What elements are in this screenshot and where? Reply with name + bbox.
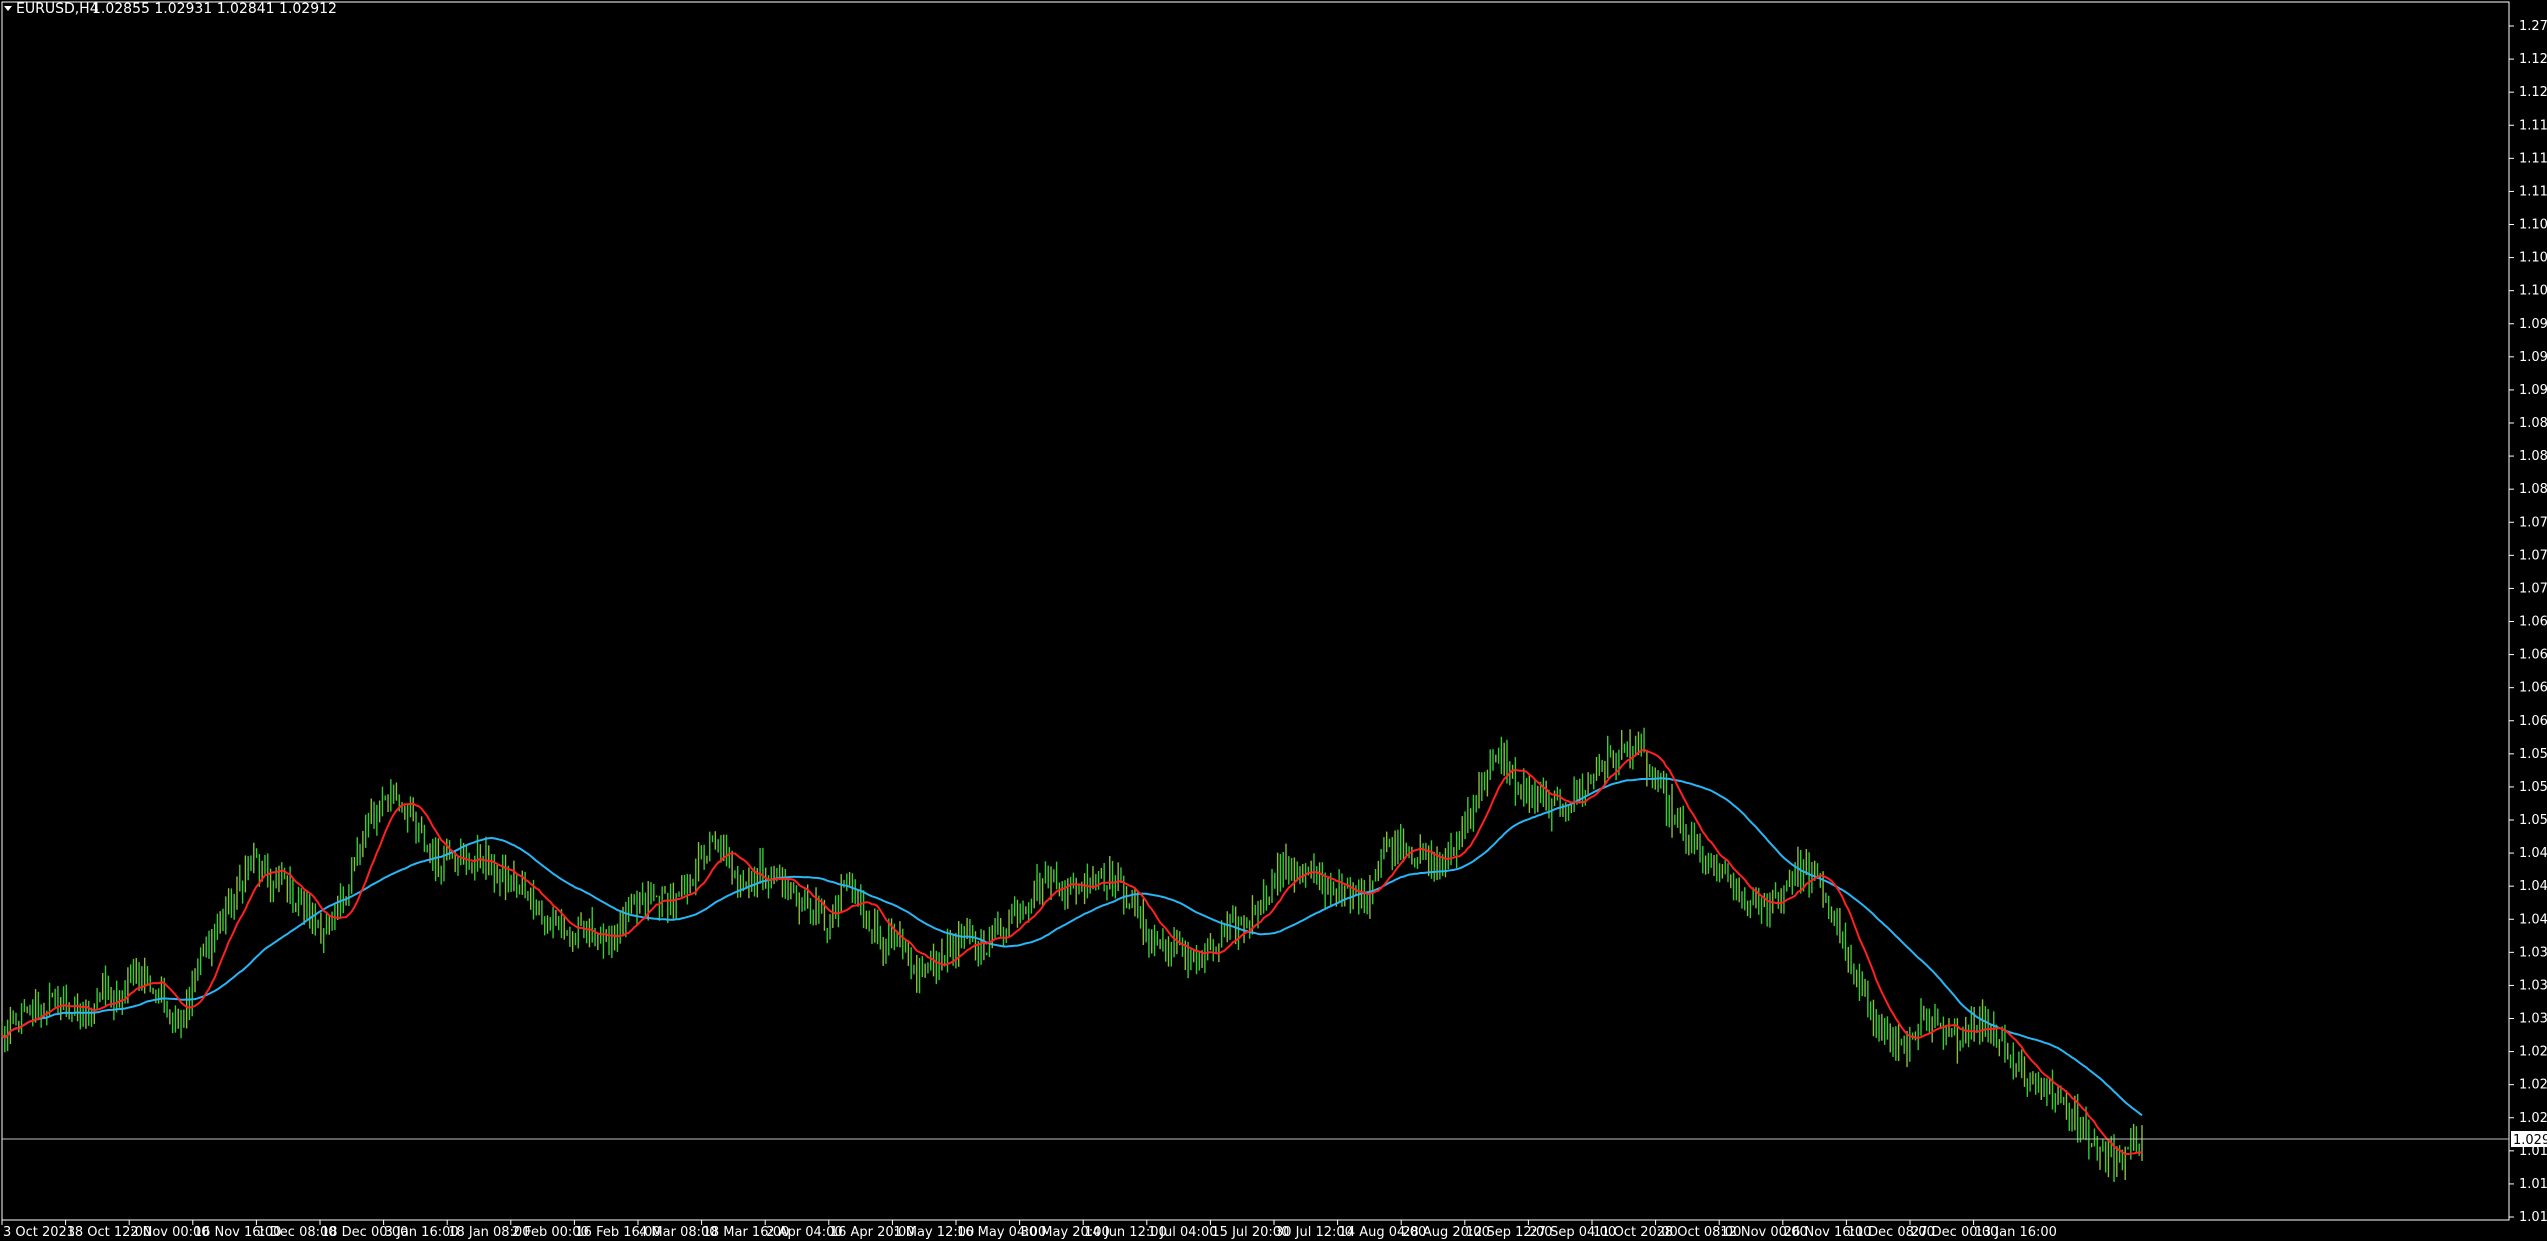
chart-title: EURUSD,H4 1.02855 1.02931 1.02841 1.0291… — [4, 1, 337, 17]
time-tick-label: 1 Jul 04:00 — [1148, 1225, 1218, 1240]
price-tick-label: 1.11160 — [2519, 184, 2547, 199]
chart-window[interactable]: 1.02912 1.277701.124451.121251.118001.11… — [0, 0, 2547, 1241]
price-tick-label: 1.05680 — [2519, 747, 2547, 762]
price-tick-label: 1.01815 — [2519, 1144, 2547, 1159]
price-tick-label: 1.04070 — [2519, 912, 2547, 927]
price-tick-label: 1.04715 — [2519, 846, 2547, 861]
price-tick-label: 1.12125 — [2519, 85, 2547, 100]
chart-background — [0, 0, 2547, 1241]
price-tick-label: 1.06650 — [2519, 648, 2547, 663]
price-tick-label: 1.08580 — [2519, 449, 2547, 464]
price-tick-label: 1.07615 — [2519, 548, 2547, 563]
price-tick-label: 1.03105 — [2519, 1012, 2547, 1027]
price-tick-label: 1.08905 — [2519, 416, 2547, 431]
price-tick-label: 1.02140 — [2519, 1111, 2547, 1126]
time-tick-label: 3 Oct 2023 — [3, 1225, 75, 1240]
price-tick-label: 1.03425 — [2519, 978, 2547, 993]
price-tick-label: 1.10515 — [2519, 251, 2547, 266]
price-tick-label: 1.03750 — [2519, 945, 2547, 960]
price-tick-label: 1.01495 — [2519, 1177, 2547, 1192]
price-tick-label: 1.06325 — [2519, 681, 2547, 696]
price-tick-label: 1.10190 — [2519, 284, 2547, 299]
price-tick-label: 1.02785 — [2519, 1045, 2547, 1060]
price-tick-label: 1.11480 — [2519, 151, 2547, 166]
price-tick-label: 1.12445 — [2519, 52, 2547, 67]
price-tick-label: 1.02460 — [2519, 1078, 2547, 1093]
price-tick-label: 1.04395 — [2519, 879, 2547, 894]
price-tick-label: 1.05040 — [2519, 813, 2547, 828]
price-tick-label: 1.05360 — [2519, 780, 2547, 795]
time-tick-label: 13 Jan 16:00 — [1975, 1225, 2057, 1240]
price-tick-label: 1.08260 — [2519, 482, 2547, 497]
price-tick-label: 1.09225 — [2519, 383, 2547, 398]
price-tick-label: 1.06005 — [2519, 714, 2547, 729]
price-tick-label: 1.01170 — [2519, 1210, 2547, 1225]
price-tick-label: 1.09870 — [2519, 317, 2547, 332]
ohlc-label: 1.02855 1.02931 1.02841 1.02912 — [92, 1, 337, 17]
price-tick-label: 1.11800 — [2519, 118, 2547, 133]
price-tick-label: 1.07290 — [2519, 581, 2547, 596]
price-tick-label: 1.09545 — [2519, 350, 2547, 365]
price-tick-label: 1.06970 — [2519, 615, 2547, 630]
price-tick-label: 1.27770 — [2519, 19, 2547, 34]
price-tick-label: 1.07935 — [2519, 515, 2547, 530]
price-chart[interactable]: 1.02912 1.277701.124451.121251.118001.11… — [0, 0, 2547, 1241]
symbol-label: EURUSD,H4 — [16, 1, 99, 17]
price-tick-label: 1.10835 — [2519, 218, 2547, 233]
